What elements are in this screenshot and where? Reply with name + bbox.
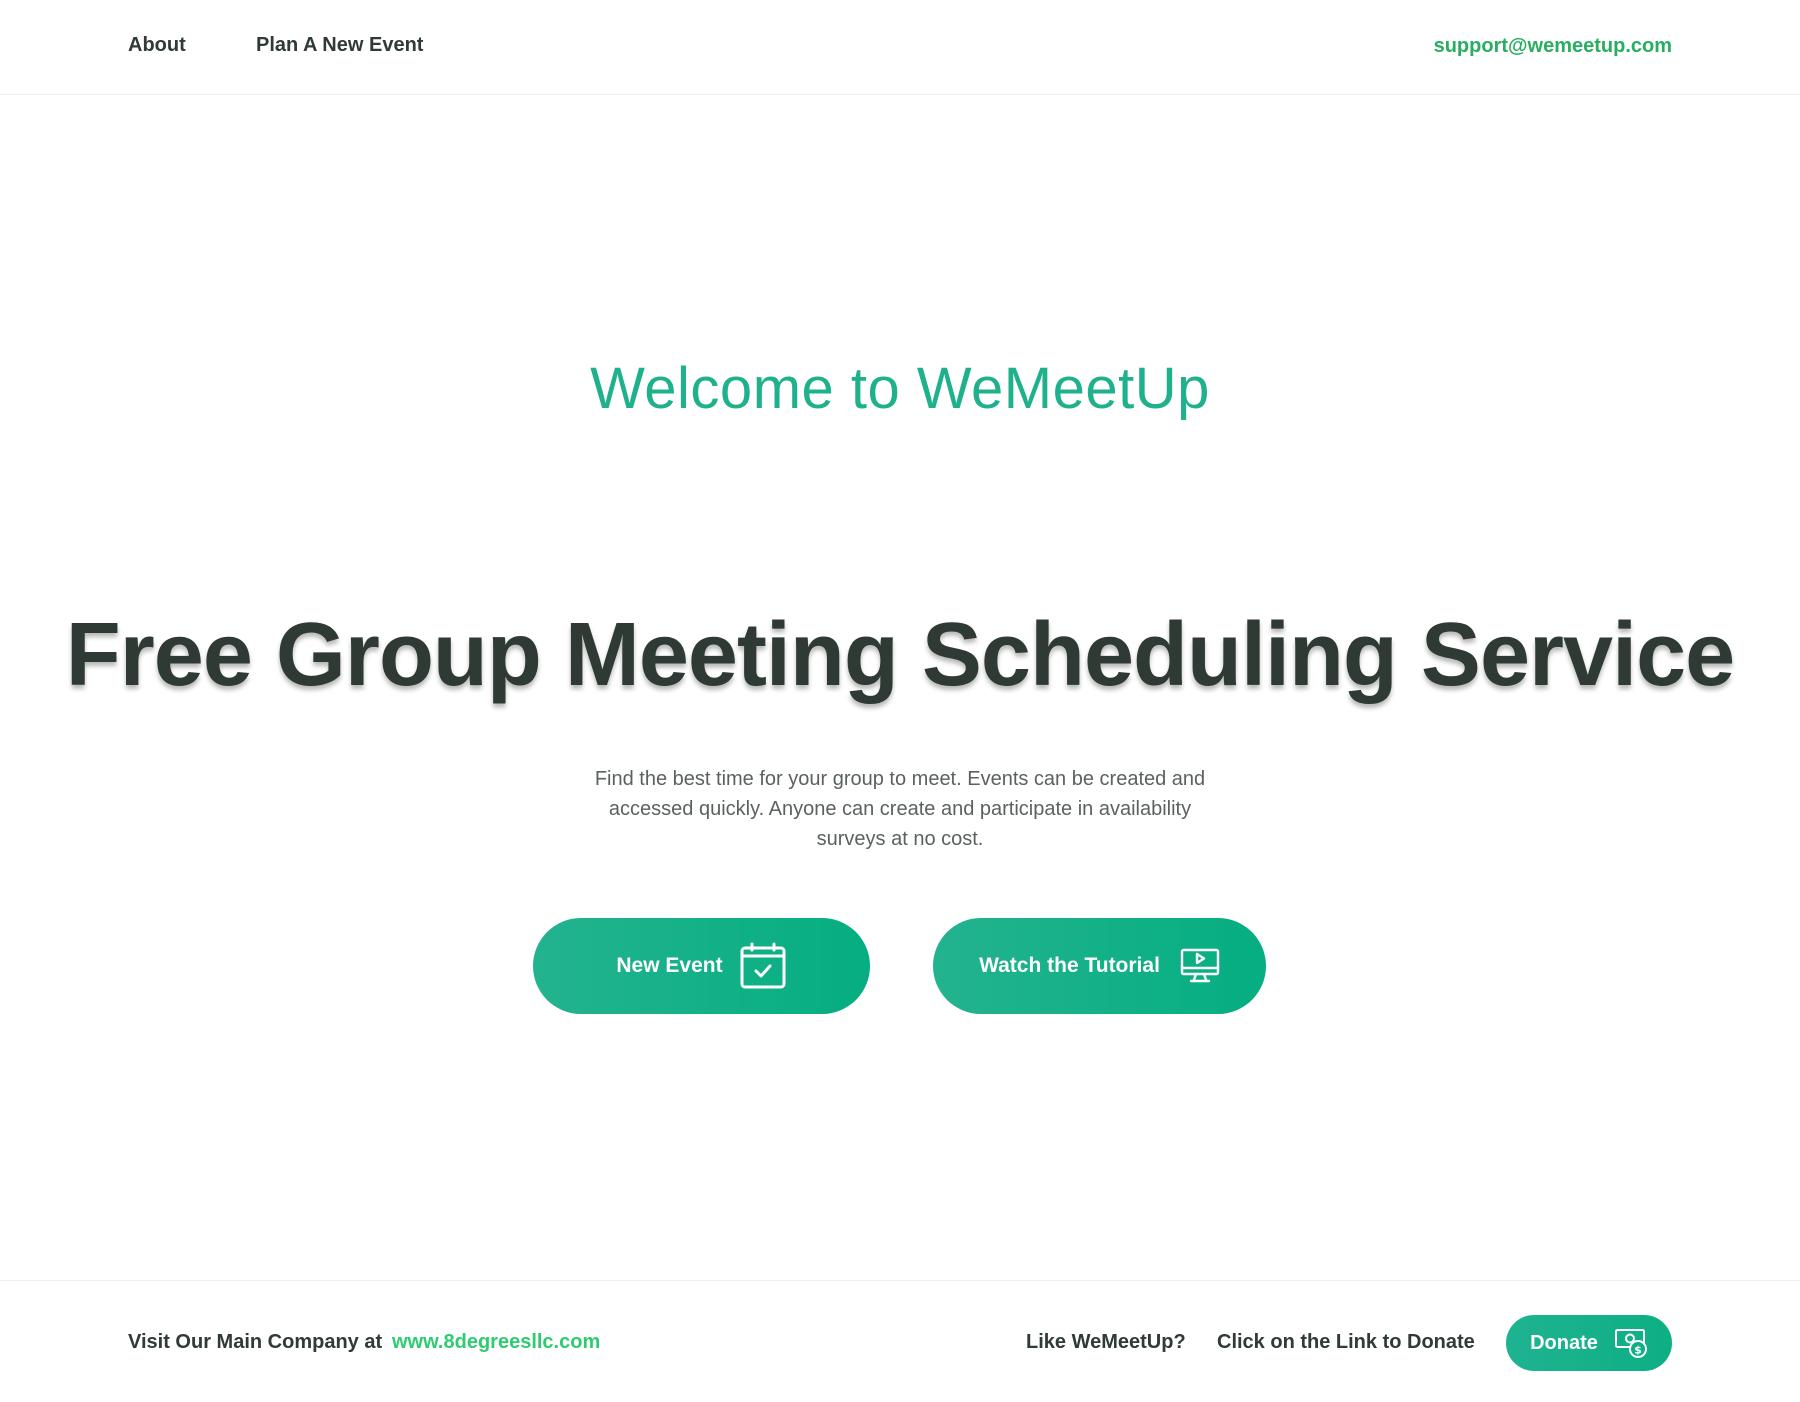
money-dollar-icon: $ [1614,1327,1648,1359]
footer-like-text: Like WeMeetUp? [1026,1331,1186,1353]
watch-tutorial-button[interactable]: Watch the Tutorial [933,918,1266,1014]
company-website-link[interactable]: www.8degreesllc.com [392,1331,600,1354]
support-email-link[interactable]: support@wemeetup.com [1434,35,1672,58]
calendar-check-icon [739,942,787,990]
footer-donate-prompt: Click on the Link to Donate [1217,1331,1475,1353]
top-navigation: About Plan A New Event support@wemeetup.… [0,0,1800,95]
svg-text:$: $ [1634,1344,1642,1357]
donate-label: Donate [1530,1331,1598,1354]
donate-button[interactable]: Donate $ [1506,1315,1672,1371]
welcome-heading: Welcome to WeMeetUp [590,356,1210,421]
new-event-button[interactable]: New Event [533,918,870,1014]
footer-visit-text: Visit Our Main Company at [128,1331,383,1353]
new-event-label: New Event [616,954,723,977]
page-headline: Free Group Meeting Scheduling Service [65,605,1735,705]
hero-description: Find the best time for your group to mee… [594,768,1206,850]
nav-about-link[interactable]: About [128,34,186,57]
nav-plan-event-link[interactable]: Plan A New Event [256,34,423,57]
monitor-play-icon [1180,948,1220,984]
watch-tutorial-label: Watch the Tutorial [979,954,1160,977]
page-footer: Visit Our Main Company at www.8degreesll… [0,1280,1800,1402]
